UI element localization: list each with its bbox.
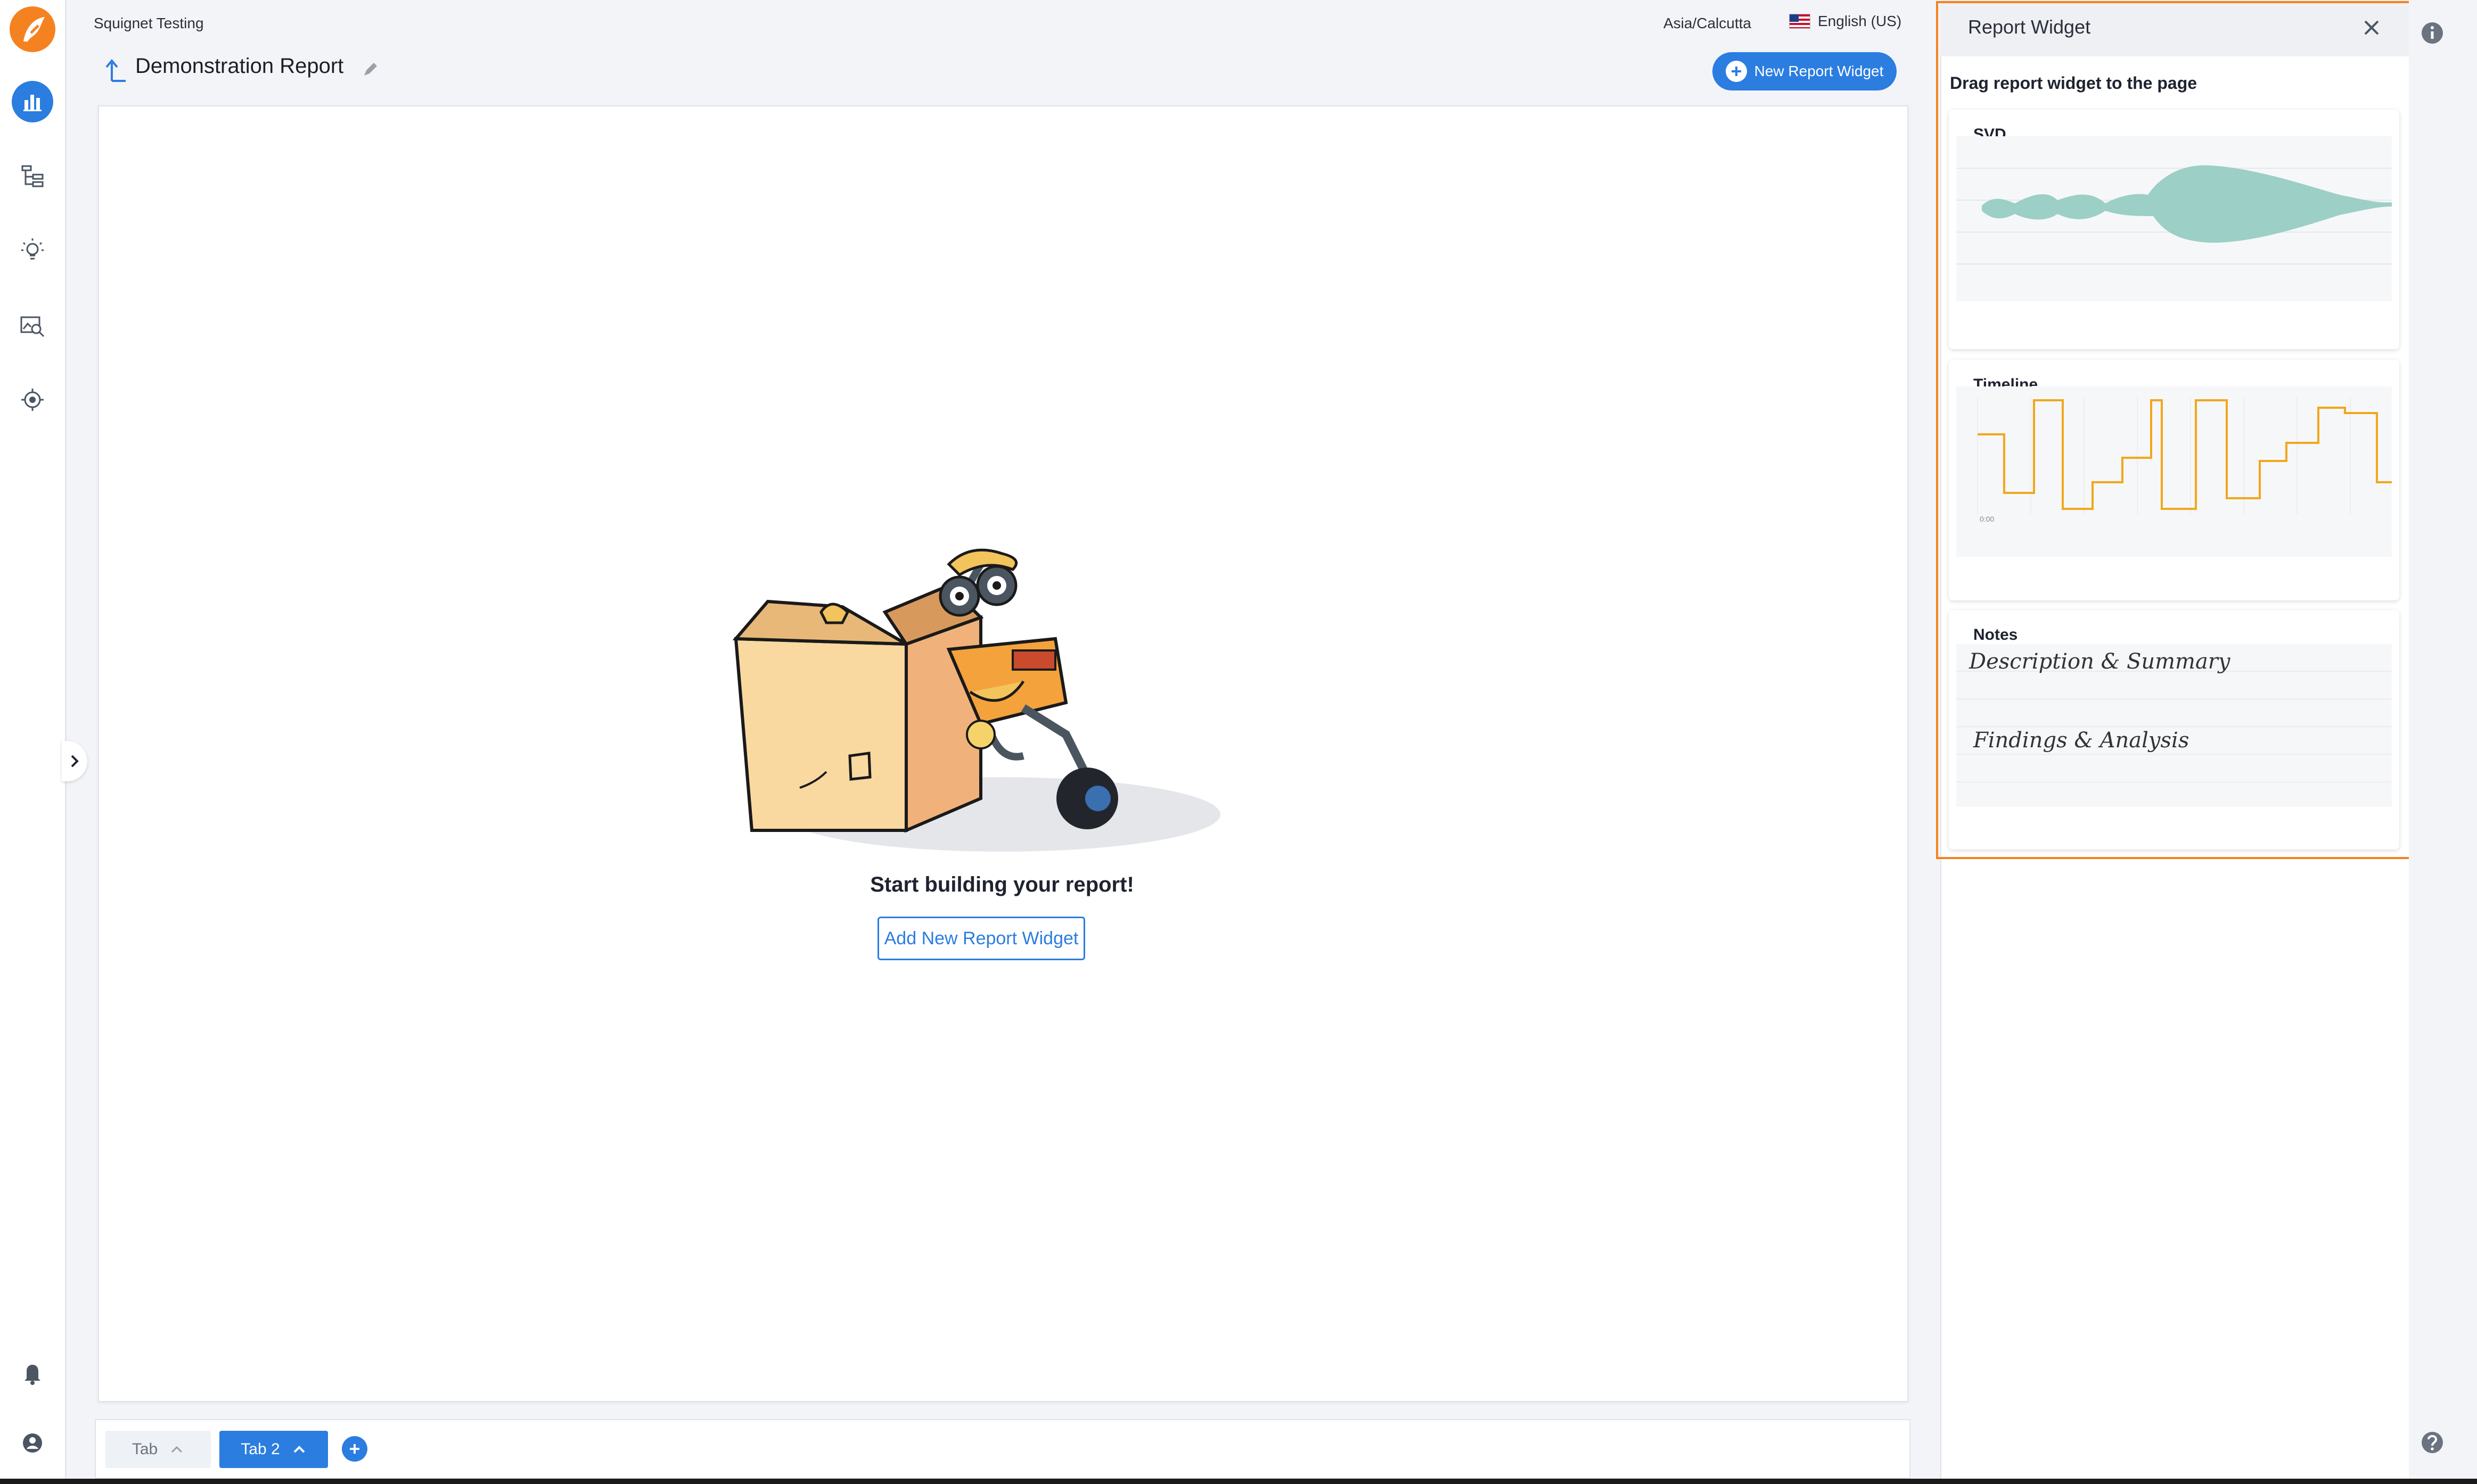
widget-card-timeline[interactable]: Timeline 0:00 [1949,360,2399,600]
widget-card-svd[interactable]: SVD [1949,110,2399,349]
sidebar-expand-button[interactable] [62,741,87,781]
add-new-report-widget-button[interactable]: Add New Report Widget [877,917,1085,960]
nav-hierarchy[interactable] [12,155,53,197]
image-search-icon [20,316,45,337]
panel-instructions: Drag report widget to the page [1950,73,2197,93]
new-report-widget-button[interactable]: New Report Widget [1712,52,1897,90]
nav-reports[interactable] [12,81,53,122]
empty-state-robot-illustration [732,548,1220,852]
svd-preview [1956,136,2392,301]
bar-chart-icon [23,95,42,111]
chevron-up-icon[interactable] [169,1442,184,1457]
plus-icon [350,1444,359,1454]
target-icon [21,389,44,411]
new-report-widget-label: New Report Widget [1754,63,1884,79]
close-icon[interactable] [2359,15,2384,40]
notes-preview: Description & Summary Findings & Analysi… [1956,644,2392,807]
nav-image-search[interactable] [12,304,53,346]
chevron-right-icon [71,755,79,768]
plus-icon [1725,61,1747,82]
lightbulb-icon [21,238,44,260]
notifications-button[interactable] [12,1352,53,1394]
left-sidebar [0,0,67,1484]
account-button[interactable] [12,1422,53,1464]
svg-text:0:00: 0:00 [1980,515,1994,523]
widget-card-notes[interactable]: Notes Description & Summary Findings & A… [1949,610,2399,850]
language-selector[interactable]: English (US) [1789,13,1901,30]
chevron-up-icon[interactable] [292,1442,307,1457]
notes-line: Findings & Analysis [1973,728,2189,753]
logo-icon [23,17,45,42]
tab-label: Tab 2 [241,1440,280,1458]
timeline-preview: 0:00 [1956,386,2392,557]
help-icon[interactable] [2421,1431,2444,1454]
edit-pencil-icon[interactable] [361,60,380,79]
page-title: Demonstration Report [135,54,344,78]
timezone-label[interactable]: Asia/Calcutta [1663,15,1751,32]
back-arrow-icon[interactable] [104,55,128,83]
tab-tab-2[interactable]: Tab 2 [219,1431,328,1468]
add-tab-button[interactable] [342,1436,367,1462]
info-icon[interactable] [2421,21,2444,45]
tab-tab[interactable]: Tab [105,1431,211,1468]
org-name: Squignet Testing [94,15,204,31]
panel-title: Report Widget [1968,16,2091,38]
nav-target[interactable] [12,379,53,421]
report-tab-bar: Tab Tab 2 [95,1419,1910,1479]
app-logo[interactable] [10,6,55,52]
tab-label: Tab [132,1440,158,1458]
us-flag-icon [1789,14,1810,29]
account-icon [23,1433,42,1453]
window-bottom-edge [0,1479,2477,1484]
right-rail [2409,0,2477,1484]
nav-insights[interactable] [12,230,53,271]
bell-icon [24,1365,40,1385]
empty-state-title: Start building your report! [870,873,1134,896]
widget-label: Notes [1973,626,2018,644]
language-label: English (US) [1818,13,1902,29]
hierarchy-icon [21,165,44,187]
notes-line: Description & Summary [1969,649,2230,674]
